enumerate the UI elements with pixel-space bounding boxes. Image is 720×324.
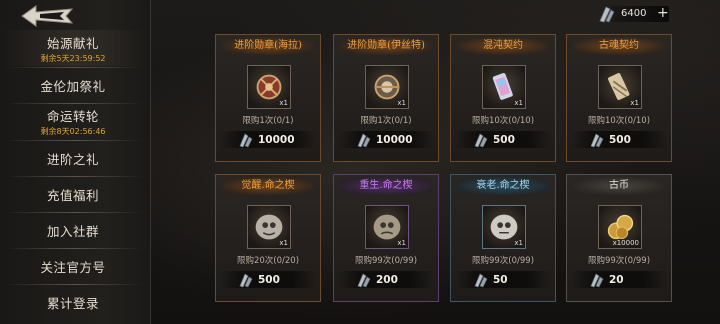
purchase-limit: 限购1次(0/1): [242, 116, 294, 126]
item-quantity: x1: [630, 99, 639, 107]
sidebar-item-timer: 剩余5天23:59:52: [40, 53, 106, 63]
purchase-limit: 限购99次(0/99): [354, 256, 418, 266]
sidebar-item-label: 进阶之礼: [46, 151, 99, 167]
purchase-limit: 限购10次(0/10): [471, 116, 535, 126]
price-value: 20: [609, 274, 624, 286]
sidebar-item-cumulative-login[interactable]: 累计登录: [0, 284, 146, 320]
item-slot[interactable]: x1: [247, 65, 291, 109]
price-value: 10000: [376, 134, 413, 146]
item-slot[interactable]: x1: [365, 65, 409, 109]
card-title: 觉醒.命之楔: [222, 177, 314, 195]
item-quantity: x1: [397, 239, 406, 247]
item-quantity: x10000: [612, 239, 639, 247]
shop-card[interactable]: 古币 x10000 限购99次(0/99) 20: [566, 174, 672, 302]
sidebar-item-timer: 剩余8天02:56:46: [40, 126, 106, 136]
card-title: 重生.命之楔: [340, 177, 432, 195]
crystal-shard-icon: [239, 273, 253, 288]
sidebar-item-label: 始源献礼: [46, 35, 99, 51]
sidebar-item-label: 金伦加祭礼: [40, 78, 106, 94]
item-slot[interactable]: x1: [598, 65, 642, 109]
sidebar-item-label: 命运转轮: [46, 108, 99, 124]
item-slot[interactable]: x1: [247, 205, 291, 249]
add-currency-button[interactable]: +: [657, 5, 669, 21]
card-title: 衰老.命之楔: [457, 177, 549, 195]
shop-card[interactable]: 古魂契约 x1 限购10次(0/10) 500: [566, 34, 672, 162]
purchase-limit: 限购1次(0/1): [360, 116, 412, 126]
shop-card[interactable]: 重生.命之楔 x1 限购99次(0/99) 200: [333, 174, 439, 302]
sidebar-item-join-community[interactable]: 加入社群: [0, 212, 146, 248]
shop-card[interactable]: 进阶勋章(海拉) x1 限购1次(0/1) 10000: [215, 34, 321, 162]
item-quantity: x1: [279, 239, 288, 247]
crystal-shard-icon: [590, 133, 604, 148]
item-slot[interactable]: x1: [482, 65, 526, 109]
purchase-limit: 限购10次(0/10): [587, 116, 651, 126]
card-title: 混沌契约: [457, 37, 549, 55]
sidebar-item-follow-official[interactable]: 关注官方号: [0, 248, 146, 284]
shop-card[interactable]: 觉醒.命之楔 x1 限购20次(0/20) 500: [215, 174, 321, 302]
sidebar-item-label: 加入社群: [46, 223, 99, 239]
item-quantity: x1: [514, 239, 523, 247]
sidebar-item-fate-wheel[interactable]: 命运转轮 剩余8天02:56:46: [0, 103, 146, 139]
back-arrow-icon[interactable]: [20, 3, 76, 29]
crystal-shard-icon: [474, 273, 488, 288]
card-title: 进阶勋章(伊丝特): [340, 37, 432, 55]
price-value: 500: [493, 134, 515, 146]
card-title: 古币: [573, 177, 665, 195]
crystal-shard-icon: [357, 133, 371, 148]
purchase-limit: 限购99次(0/99): [587, 256, 651, 266]
sidebar-item-origin-gift[interactable]: 始源献礼 剩余5天23:59:52: [0, 30, 146, 66]
crystal-shard-icon: [474, 133, 488, 148]
price-value: 200: [376, 274, 398, 286]
card-title: 古魂契约: [573, 37, 665, 55]
sidebar-item-label: 关注官方号: [40, 259, 106, 275]
purchase-limit: 限购20次(0/20): [236, 256, 300, 266]
sidebar-item-recharge-bonus[interactable]: 充值福利: [0, 176, 146, 212]
price-value: 50: [493, 274, 508, 286]
price-value: 10000: [258, 134, 295, 146]
purchase-limit: 限购99次(0/99): [471, 256, 535, 266]
item-slot[interactable]: x1: [365, 205, 409, 249]
crystal-shard-icon: [357, 273, 371, 288]
sidebar: 始源献礼 剩余5天23:59:52 金伦加祭礼 命运转轮 剩余8天02:56:4…: [0, 0, 151, 324]
sidebar-item-label: 累计登录: [46, 295, 99, 311]
sidebar-item-gjallar-festival[interactable]: 金伦加祭礼: [0, 67, 146, 103]
price-value: 500: [258, 274, 280, 286]
crystal-shard-icon: [239, 133, 253, 148]
item-quantity: x1: [397, 99, 406, 107]
crystal-shard-icon: [590, 273, 604, 288]
price-value: 500: [609, 134, 631, 146]
shop-card[interactable]: 衰老.命之楔 x1 限购99次(0/99) 50: [450, 174, 556, 302]
item-quantity: x1: [514, 99, 523, 107]
card-title: 进阶勋章(海拉): [222, 37, 314, 55]
shop-card[interactable]: 混沌契约 x1 限购10次(0/10) 500: [450, 34, 556, 162]
sidebar-item-label: 充值福利: [46, 187, 99, 203]
item-quantity: x1: [279, 99, 288, 107]
shop-card[interactable]: 进阶勋章(伊丝特) x1 限购1次(0/1) 10000: [333, 34, 439, 162]
sidebar-item-advance-gift[interactable]: 进阶之礼: [0, 140, 146, 176]
currency-amount: 6400: [621, 8, 647, 19]
item-slot[interactable]: x10000: [598, 205, 642, 249]
crystal-shard-icon: [599, 6, 615, 23]
item-slot[interactable]: x1: [482, 205, 526, 249]
currency-display: 6400 +: [597, 4, 671, 24]
